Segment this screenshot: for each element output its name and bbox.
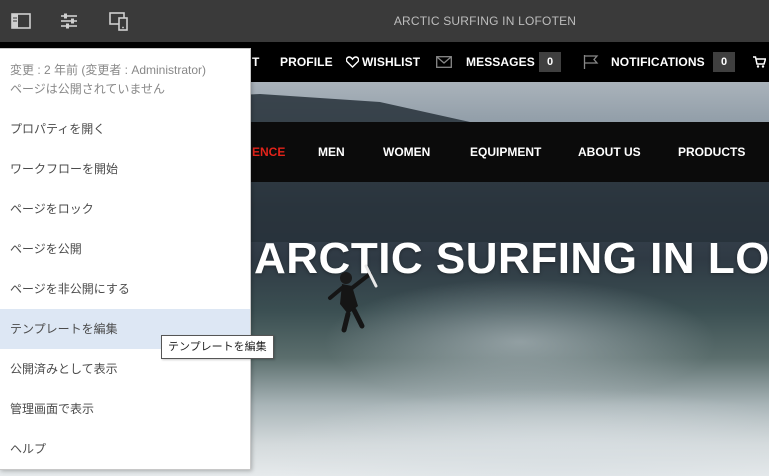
menu-item-start-workflow[interactable]: ワークフローを開始	[0, 149, 250, 189]
page-status: 変更 : 2 年前 (変更者 : Administrator) ページは公開され…	[0, 49, 250, 109]
publish-status: ページは公開されていません	[10, 82, 166, 96]
nav-item-active-partial[interactable]: ENCE	[252, 122, 285, 182]
menu-item-lock-page[interactable]: ページをロック	[0, 189, 250, 229]
nav-item-women[interactable]: WOMEN	[383, 122, 430, 182]
nav-item-men[interactable]: MEN	[318, 122, 345, 182]
heart-icon	[346, 56, 359, 68]
menu-item-help[interactable]: ヘルプ	[0, 429, 250, 469]
menu-item-unpublish-page[interactable]: ページを非公開にする	[0, 269, 250, 309]
nav-item-products[interactable]: PRODUCTS	[678, 122, 745, 182]
wishlist-link[interactable]: WISHLIST	[346, 42, 420, 82]
messages-link[interactable]: MESSAGES	[466, 42, 535, 82]
menu-item-open-properties[interactable]: プロパティを開く	[0, 109, 250, 149]
side-panel-icon[interactable]	[10, 10, 32, 32]
menu-item-view-in-admin[interactable]: 管理画面で表示	[0, 389, 250, 429]
nav-item-equipment[interactable]: EQUIPMENT	[470, 122, 541, 182]
messages-count-badge: 0	[539, 52, 561, 72]
modified-status: 変更 : 2 年前 (変更者 : Administrator)	[10, 63, 207, 77]
surfer-figure	[328, 264, 378, 333]
cart-icon[interactable]	[753, 56, 766, 68]
nav-item-about-us[interactable]: ABOUT US	[578, 122, 641, 182]
page-title: ARCTIC SURFING IN LOFOTEN	[393, 14, 577, 28]
notifications-link[interactable]: NOTIFICATIONS	[611, 42, 705, 82]
edit-template-tooltip: テンプレートを編集	[161, 335, 274, 359]
envelope-icon	[436, 56, 452, 68]
page-properties-icon[interactable]	[58, 10, 80, 32]
flag-icon	[583, 55, 599, 69]
editor-toolbar: ARCTIC SURFING IN LOFOTEN	[0, 0, 769, 42]
menu-item-publish-page[interactable]: ページを公開	[0, 229, 250, 269]
page-context-menu: 変更 : 2 年前 (変更者 : Administrator) ページは公開され…	[0, 48, 251, 470]
topnav-partial-item[interactable]: T	[252, 42, 259, 82]
notifications-count-badge: 0	[713, 52, 735, 72]
profile-link[interactable]: PROFILE	[280, 42, 333, 82]
emulator-icon[interactable]	[108, 10, 130, 32]
